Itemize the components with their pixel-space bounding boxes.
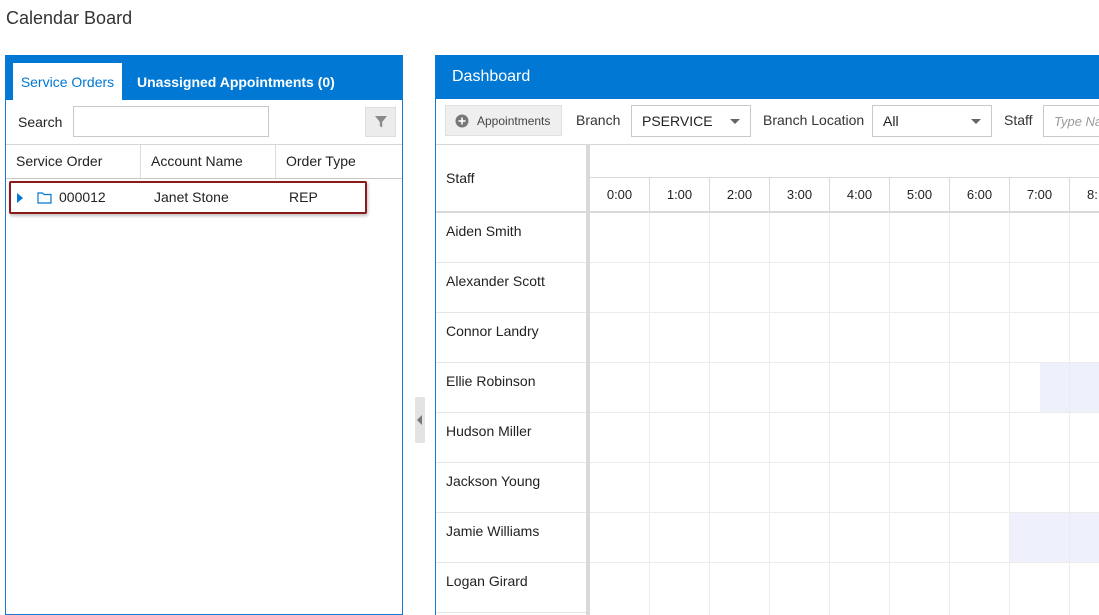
search-input[interactable] (73, 106, 269, 137)
tab-bar: Service Orders Unassigned Appointments (… (6, 55, 402, 100)
grid-line (590, 262, 1099, 263)
dashboard-title: Dashboard (436, 55, 1099, 99)
grid-line (709, 213, 710, 615)
hours-area: 0:00 1:00 2:00 3:00 4:00 5:00 6:00 7:00 … (590, 144, 1099, 615)
hour-label: 8: (1070, 178, 1099, 211)
appointments-button-label: Appointments (477, 113, 551, 128)
chevron-down-icon (730, 119, 740, 124)
staff-row[interactable]: Connor Landry (436, 313, 586, 363)
grid-line (949, 213, 950, 615)
filter-icon (374, 116, 387, 128)
grid-line (590, 412, 1099, 413)
panel-splitter[interactable] (415, 397, 425, 443)
service-orders-panel: Service Orders Unassigned Appointments (… (5, 55, 403, 615)
branch-label: Branch (576, 112, 621, 128)
time-slot-shaded[interactable] (1010, 513, 1099, 563)
schedule-slots[interactable] (590, 213, 1099, 615)
hour-label: 4:00 (830, 178, 890, 211)
hour-label: 7:00 (1010, 178, 1070, 211)
branch-location-label: Branch Location (763, 112, 865, 128)
search-label: Search (18, 114, 63, 130)
grid-line (829, 213, 830, 615)
grid-line (590, 362, 1099, 363)
page-title: Calendar Board (6, 8, 133, 28)
search-row: Search (6, 100, 402, 145)
column-header-order-type[interactable]: Order Type (276, 145, 404, 178)
grid-line (1009, 213, 1010, 615)
grid-line (1069, 213, 1070, 615)
cell-service-order: 000012 (59, 189, 106, 205)
dashboard-panel: Dashboard Appointments Branch PSERVICE B… (435, 55, 1099, 615)
orders-grid-header: Service Order Account Name Order Type (6, 145, 402, 179)
column-header-account-name[interactable]: Account Name (141, 145, 276, 178)
grid-line (769, 213, 770, 615)
schedule-grid: Staff Aiden Smith Alexander Scott Connor… (436, 144, 1099, 615)
grid-line (590, 312, 1099, 313)
date-header (590, 144, 1099, 178)
staff-row[interactable]: Jamie Williams (436, 513, 586, 563)
staff-row[interactable]: Logan Girard (436, 563, 586, 613)
hour-label: 3:00 (770, 178, 830, 211)
collapse-left-icon (417, 415, 422, 425)
grid-line (649, 213, 650, 615)
branch-location-select-value: All (883, 113, 899, 129)
staff-label: Staff (1004, 112, 1033, 128)
grid-line (590, 462, 1099, 463)
branch-location-select[interactable]: All (872, 105, 992, 137)
staff-row[interactable]: Jackson Young (436, 463, 586, 513)
chevron-down-icon (971, 119, 981, 124)
filter-button[interactable] (365, 107, 396, 137)
table-row[interactable]: 000012 Janet Stone REP (9, 181, 367, 214)
column-header-service-order[interactable]: Service Order (6, 145, 141, 178)
staff-row[interactable]: Ellie Robinson (436, 363, 586, 413)
staff-row[interactable]: Aiden Smith (436, 213, 586, 263)
hour-label: 5:00 (890, 178, 950, 211)
hour-label: 6:00 (950, 178, 1010, 211)
staff-search-input[interactable] (1043, 105, 1099, 137)
folder-icon (37, 192, 52, 204)
grid-line (590, 512, 1099, 513)
staff-row[interactable]: Hudson Miller (436, 413, 586, 463)
expand-arrow-icon[interactable] (17, 193, 23, 203)
dashboard-toolbar: Appointments Branch PSERVICE Branch Loca… (436, 99, 1099, 145)
tab-service-orders[interactable]: Service Orders (13, 63, 122, 100)
branch-select-value: PSERVICE (642, 113, 713, 129)
add-circle-icon (455, 114, 469, 127)
hour-label: 0:00 (590, 178, 650, 211)
hour-label: 1:00 (650, 178, 710, 211)
staff-row[interactable]: Alexander Scott (436, 263, 586, 313)
tab-unassigned-appointments[interactable]: Unassigned Appointments (0) (137, 63, 335, 100)
cell-account-name: Janet Stone (154, 189, 229, 205)
hours-header: 0:00 1:00 2:00 3:00 4:00 5:00 6:00 7:00 … (590, 178, 1099, 213)
branch-select[interactable]: PSERVICE (631, 105, 751, 137)
staff-column-header: Staff (436, 144, 586, 213)
grid-line (590, 562, 1099, 563)
staff-column: Staff Aiden Smith Alexander Scott Connor… (436, 144, 590, 615)
grid-line (889, 213, 890, 615)
appointments-button[interactable]: Appointments (445, 105, 562, 136)
cell-order-type: REP (289, 189, 318, 205)
hour-label: 2:00 (710, 178, 770, 211)
